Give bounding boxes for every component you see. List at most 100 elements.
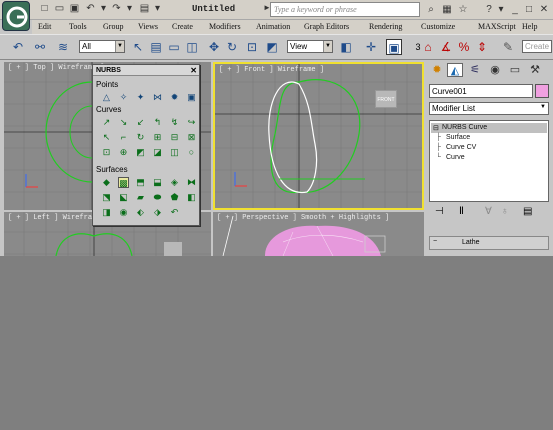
redo-icon[interactable]: ↷ xyxy=(110,3,123,15)
create-surf-curve-point-icon[interactable]: ▣ xyxy=(186,92,197,103)
viewport-perspective[interactable]: [ + ] Perspective ] Smooth + Highlights … xyxy=(213,212,424,256)
save-icon[interactable]: ▣ xyxy=(68,3,81,15)
minimize-icon[interactable]: _ xyxy=(508,3,522,16)
cv-curve-icon[interactable]: ↗ xyxy=(101,117,112,128)
cv-curve-on-surface-icon[interactable]: ◩ xyxy=(135,147,146,158)
scale-icon[interactable]: ⊡ xyxy=(244,39,260,55)
undo-icon[interactable]: ↶ xyxy=(84,3,97,15)
window-crossing-icon[interactable]: ◫ xyxy=(184,39,200,55)
normal-projected-curve-icon[interactable]: ⊡ xyxy=(101,147,112,158)
reference-coordinate-dropdown[interactable]: View ▼ xyxy=(287,40,333,53)
create-offset-point-icon[interactable]: ✧ xyxy=(118,92,129,103)
menu-modifiers[interactable]: Modifiers xyxy=(209,22,241,31)
spinner-snap-icon[interactable]: ⇕ xyxy=(474,39,490,55)
select-object-icon[interactable]: ↖ xyxy=(130,39,146,55)
offset-surface-icon[interactable]: ◈ xyxy=(169,177,180,188)
u-iso-curve-icon[interactable]: ⊟ xyxy=(169,132,180,143)
bind-space-warp-icon[interactable]: ≋ xyxy=(55,39,71,55)
help-dropdown-icon[interactable]: ▾ xyxy=(494,3,508,16)
make-unique-icon[interactable]: ∀ xyxy=(485,206,492,217)
object-color-swatch[interactable] xyxy=(535,84,549,98)
ruled-surface-icon[interactable]: ▰ xyxy=(135,192,146,203)
uv-loft-surface-icon[interactable]: ◧ xyxy=(186,192,197,203)
fillet-surface-icon[interactable]: ↶ xyxy=(169,207,180,218)
surf-surf-intersection-icon[interactable]: ⊞ xyxy=(152,132,163,143)
multicurve-trimmed-surface-icon[interactable]: ⬗ xyxy=(152,207,163,218)
lathe-surface-icon[interactable]: ⬕ xyxy=(118,192,129,203)
one-rail-sweep-icon[interactable]: ◨ xyxy=(101,207,112,218)
show-end-result-icon[interactable]: Ⅱ xyxy=(459,206,464,217)
place-icon[interactable]: ◩ xyxy=(264,39,280,55)
redo-dropdown-icon[interactable]: ▾ xyxy=(123,3,136,15)
search-input[interactable]: Type a keyword or phrase xyxy=(270,2,420,17)
mirror-surface-icon[interactable]: ⧓ xyxy=(186,177,197,188)
fit-curve-icon[interactable]: ↙ xyxy=(135,117,146,128)
viewport-front-label[interactable]: [ + ] Front ] Wireframe ] xyxy=(219,66,324,74)
offset-curve-icon[interactable]: ↪ xyxy=(186,117,197,128)
move-icon[interactable]: ✥ xyxy=(206,39,222,55)
menu-tools[interactable]: Tools xyxy=(69,22,87,31)
select-by-name-icon[interactable]: ▤ xyxy=(148,39,164,55)
menu-views[interactable]: Views xyxy=(138,22,158,31)
mirror-curve-icon[interactable]: ↖ xyxy=(101,132,112,143)
cv-surface-icon[interactable]: ◆ xyxy=(101,177,112,188)
maximize-icon[interactable]: □ xyxy=(522,3,536,16)
display-tab-icon[interactable]: ▭ xyxy=(507,63,523,77)
create-point-icon[interactable]: △ xyxy=(101,92,112,103)
app-logo-button[interactable] xyxy=(2,1,30,31)
close-icon[interactable]: ✕ xyxy=(537,3,551,16)
select-link-icon[interactable]: ⚯ xyxy=(32,39,48,55)
modify-tab-icon[interactable]: ◭ xyxy=(447,63,463,77)
rollout-header[interactable]: − Lathe xyxy=(429,236,549,250)
menu-rendering[interactable]: Rendering xyxy=(369,22,402,31)
viewport-top-label[interactable]: [ + ] Top ] Wireframe ] xyxy=(8,64,105,72)
hierarchy-tab-icon[interactable]: ⚟ xyxy=(467,63,483,77)
two-rail-sweep-icon[interactable]: ◉ xyxy=(118,207,129,218)
stack-item-curve-cv[interactable]: Curve CV xyxy=(446,144,476,151)
motion-tab-icon[interactable]: ◉ xyxy=(487,63,503,77)
menu-help[interactable]: Help xyxy=(522,22,538,31)
object-name-field[interactable]: Curve001 xyxy=(429,84,533,98)
menu-maxscript[interactable]: MAXScript xyxy=(478,22,516,31)
menu-edit[interactable]: Edit xyxy=(38,22,51,31)
edit-named-selection-icon[interactable]: ✎ xyxy=(500,39,516,55)
viewcube[interactable]: FRONT xyxy=(375,90,397,108)
point-surface-icon[interactable]: ▩ xyxy=(118,177,129,188)
project-folder-icon[interactable]: ▤ xyxy=(138,3,151,15)
menu-graph-editors[interactable]: Graph Editors xyxy=(304,22,349,31)
fillet-curve-icon[interactable]: ↻ xyxy=(135,132,146,143)
menu-animation[interactable]: Animation xyxy=(256,22,290,31)
subscription-icon[interactable]: ▦ xyxy=(440,3,454,16)
surface-offset-curve-icon[interactable]: ◫ xyxy=(169,147,180,158)
project-dropdown-icon[interactable]: ▾ xyxy=(151,3,164,15)
v-iso-curve-icon[interactable]: ⊠ xyxy=(186,132,197,143)
chamfer-curve-icon[interactable]: ⌐ xyxy=(118,132,129,143)
u-loft-surface-icon[interactable]: ⬟ xyxy=(169,192,180,203)
transform-curve-icon[interactable]: ↰ xyxy=(152,117,163,128)
viewport-front[interactable]: FRONT [ + ] Front ] Wireframe ] xyxy=(213,62,424,210)
blend-surface-icon[interactable]: ⬓ xyxy=(152,177,163,188)
stack-item-curve[interactable]: Curve xyxy=(446,154,465,161)
keyboard-shortcut-override-icon[interactable]: ▣ xyxy=(386,39,402,55)
open-icon[interactable]: ▭ xyxy=(53,3,66,15)
angle-snap-icon[interactable]: ∡ xyxy=(438,39,454,55)
undo-dropdown-icon[interactable]: ▾ xyxy=(97,3,110,15)
create-surface-point-icon[interactable]: ✹ xyxy=(169,92,180,103)
undo-toolbar-icon[interactable]: ↶ xyxy=(10,39,26,55)
viewport-perspective-label[interactable]: [ + ] Perspective ] Smooth + Highlights … xyxy=(217,214,389,222)
extrude-surface-icon[interactable]: ⬔ xyxy=(101,192,112,203)
multisided-blend-icon[interactable]: ⬖ xyxy=(135,207,146,218)
configure-modifier-sets-icon[interactable]: ▤ xyxy=(523,206,532,217)
rotate-icon[interactable]: ↻ xyxy=(224,39,240,55)
stack-item-nurbs-curve[interactable]: NURBS Curve xyxy=(442,124,487,131)
menu-customize[interactable]: Customize xyxy=(421,22,455,31)
pin-stack-icon[interactable]: ⊣ xyxy=(435,206,444,217)
create-curve-curve-point-icon[interactable]: ⋈ xyxy=(152,92,163,103)
surface-edge-curve-icon[interactable]: ○ xyxy=(186,147,197,158)
binoculars-icon[interactable]: ⌕ xyxy=(424,3,438,16)
menu-create[interactable]: Create xyxy=(172,22,193,31)
select-manipulate-icon[interactable]: ✛ xyxy=(363,39,379,55)
cap-surface-icon[interactable]: ⬬ xyxy=(152,192,163,203)
new-icon[interactable]: □ xyxy=(38,3,51,15)
favorites-star-icon[interactable]: ☆ xyxy=(456,3,470,16)
